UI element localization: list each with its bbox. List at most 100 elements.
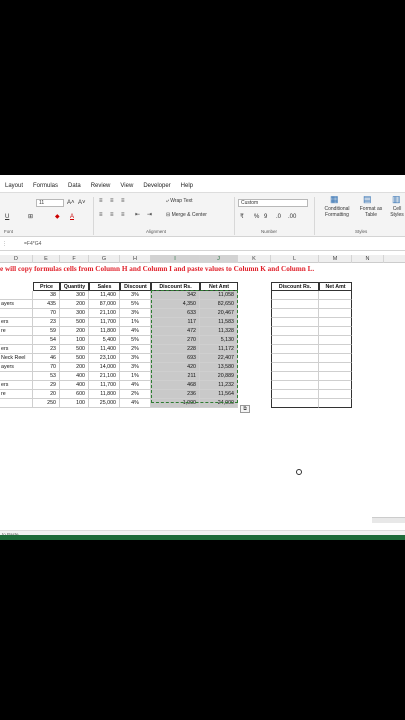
table-cell[interactable]: 11,700 — [89, 318, 120, 327]
table-cell[interactable]: 4,350 — [151, 300, 200, 309]
paste-target-cell[interactable] — [319, 399, 352, 408]
table-cell[interactable]: 5,400 — [89, 336, 120, 345]
currency-icon[interactable]: ₹ — [240, 213, 244, 221]
header-cell[interactable]: Discount Rs. — [271, 282, 319, 291]
table-cell[interactable]: 4% — [120, 381, 151, 390]
align-middle-icon[interactable]: ≡ — [110, 197, 114, 205]
paste-target-cell[interactable] — [271, 390, 319, 399]
column-header[interactable]: L — [271, 255, 319, 263]
paste-target-cell[interactable] — [319, 345, 352, 354]
table-cell[interactable]: 3% — [120, 354, 151, 363]
table-cell[interactable]: 200 — [60, 300, 89, 309]
table-cell[interactable]: 23,100 — [89, 354, 120, 363]
increase-font-icon[interactable]: A˄ — [67, 199, 75, 207]
align-center-icon[interactable]: ≡ — [110, 211, 114, 219]
paste-target-cell[interactable] — [271, 363, 319, 372]
decrease-decimal-icon[interactable]: .00 — [288, 213, 296, 221]
table-cell[interactable]: 693 — [151, 354, 200, 363]
paste-target-cell[interactable] — [271, 372, 319, 381]
table-cell[interactable]: 500 — [60, 318, 89, 327]
paste-target-cell[interactable] — [319, 318, 352, 327]
tab-help[interactable]: Help — [176, 180, 198, 192]
table-cell[interactable]: 400 — [60, 381, 89, 390]
borders-icon[interactable]: ⊞ — [28, 213, 33, 221]
table-cell[interactable]: 633 — [151, 309, 200, 318]
wrap-text-button[interactable]: ⤶ Wrap Text — [166, 197, 193, 205]
table-cell[interactable]: 420 — [151, 363, 200, 372]
name-box-chevron-icon[interactable]: ⋮ — [2, 241, 7, 247]
format-as-table-button[interactable]: Format as Table — [356, 206, 386, 218]
table-cell[interactable]: 70 — [33, 309, 60, 318]
cell-styles-button[interactable]: Cell Styles — [387, 206, 405, 218]
number-format-select[interactable]: Custom — [238, 199, 308, 207]
table-cell[interactable]: 600 — [60, 390, 89, 399]
table-cell[interactable]: 21,100 — [89, 372, 120, 381]
table-cell[interactable]: 200 — [60, 327, 89, 336]
fill-color-icon[interactable]: ◆ — [55, 213, 60, 221]
table-cell[interactable]: Neck Reel — [0, 354, 33, 363]
table-cell[interactable]: 59 — [33, 327, 60, 336]
table-cell[interactable]: 11,058 — [200, 291, 238, 300]
table-cell[interactable]: 54 — [33, 336, 60, 345]
table-cell[interactable]: 11,172 — [200, 345, 238, 354]
paste-target-cell[interactable] — [319, 354, 352, 363]
table-cell[interactable]: 29 — [33, 381, 60, 390]
table-cell[interactable]: 468 — [151, 381, 200, 390]
paste-target-cell[interactable] — [271, 309, 319, 318]
format-as-table-icon[interactable]: ▤ — [363, 195, 372, 204]
tab-layout[interactable]: Layout — [0, 180, 28, 192]
tab-review[interactable]: Review — [86, 180, 116, 192]
column-header[interactable]: N — [352, 255, 384, 263]
table-cell[interactable]: 4% — [120, 327, 151, 336]
column-header[interactable]: J — [200, 255, 238, 263]
paste-target-cell[interactable] — [271, 381, 319, 390]
table-cell[interactable]: 13,580 — [200, 363, 238, 372]
table-cell[interactable] — [0, 309, 33, 318]
paste-target-cell[interactable] — [319, 363, 352, 372]
table-cell[interactable]: 23 — [33, 318, 60, 327]
table-cell[interactable]: 23 — [33, 345, 60, 354]
paste-target-cell[interactable] — [271, 291, 319, 300]
table-cell[interactable]: re — [0, 390, 33, 399]
table-cell[interactable]: ers — [0, 345, 33, 354]
table-cell[interactable]: 500 — [60, 354, 89, 363]
tab-developer[interactable]: Developer — [138, 180, 175, 192]
table-cell[interactable]: 5% — [120, 300, 151, 309]
table-cell[interactable]: 87,000 — [89, 300, 120, 309]
align-right-icon[interactable]: ≡ — [121, 211, 125, 219]
paste-target-cell[interactable] — [319, 336, 352, 345]
paste-target-cell[interactable] — [319, 291, 352, 300]
table-cell[interactable]: 38 — [33, 291, 60, 300]
horizontal-scrollbar[interactable] — [372, 517, 405, 523]
decrease-indent-icon[interactable]: ⇤ — [135, 211, 140, 219]
table-cell[interactable]: 435 — [33, 300, 60, 309]
table-cell[interactable]: 1% — [120, 318, 151, 327]
table-cell[interactable]: 3% — [120, 291, 151, 300]
paste-target-cell[interactable] — [319, 300, 352, 309]
table-cell[interactable]: 236 — [151, 390, 200, 399]
table-cell[interactable]: re — [0, 327, 33, 336]
table-cell[interactable]: 11,564 — [200, 390, 238, 399]
align-left-icon[interactable]: ≡ — [99, 211, 103, 219]
font-color-icon[interactable]: A — [70, 213, 74, 221]
table-cell[interactable]: 270 — [151, 336, 200, 345]
table-cell[interactable]: 70 — [33, 363, 60, 372]
align-top-icon[interactable]: ≡ — [99, 197, 103, 205]
header-cell[interactable]: Sales — [89, 282, 120, 291]
paste-target-cell[interactable] — [319, 309, 352, 318]
table-cell[interactable]: ayers — [0, 300, 33, 309]
column-header[interactable]: K — [238, 255, 271, 263]
table-cell[interactable]: 1,000 — [151, 399, 200, 408]
merge-center-button[interactable]: ⊟ Merge & Center — [166, 211, 207, 219]
header-cell[interactable]: Discount Rs. — [151, 282, 200, 291]
paste-target-cell[interactable] — [271, 399, 319, 408]
column-header[interactable]: D — [0, 255, 33, 263]
table-cell[interactable]: 11,800 — [89, 390, 120, 399]
table-cell[interactable]: 5,130 — [200, 336, 238, 345]
align-bottom-icon[interactable]: ≡ — [121, 197, 125, 205]
table-cell[interactable]: 2% — [120, 345, 151, 354]
underline-icon[interactable]: U — [5, 213, 9, 221]
table-cell[interactable]: 22,407 — [200, 354, 238, 363]
header-cell[interactable]: Net Amt — [319, 282, 352, 291]
table-cell[interactable]: 228 — [151, 345, 200, 354]
